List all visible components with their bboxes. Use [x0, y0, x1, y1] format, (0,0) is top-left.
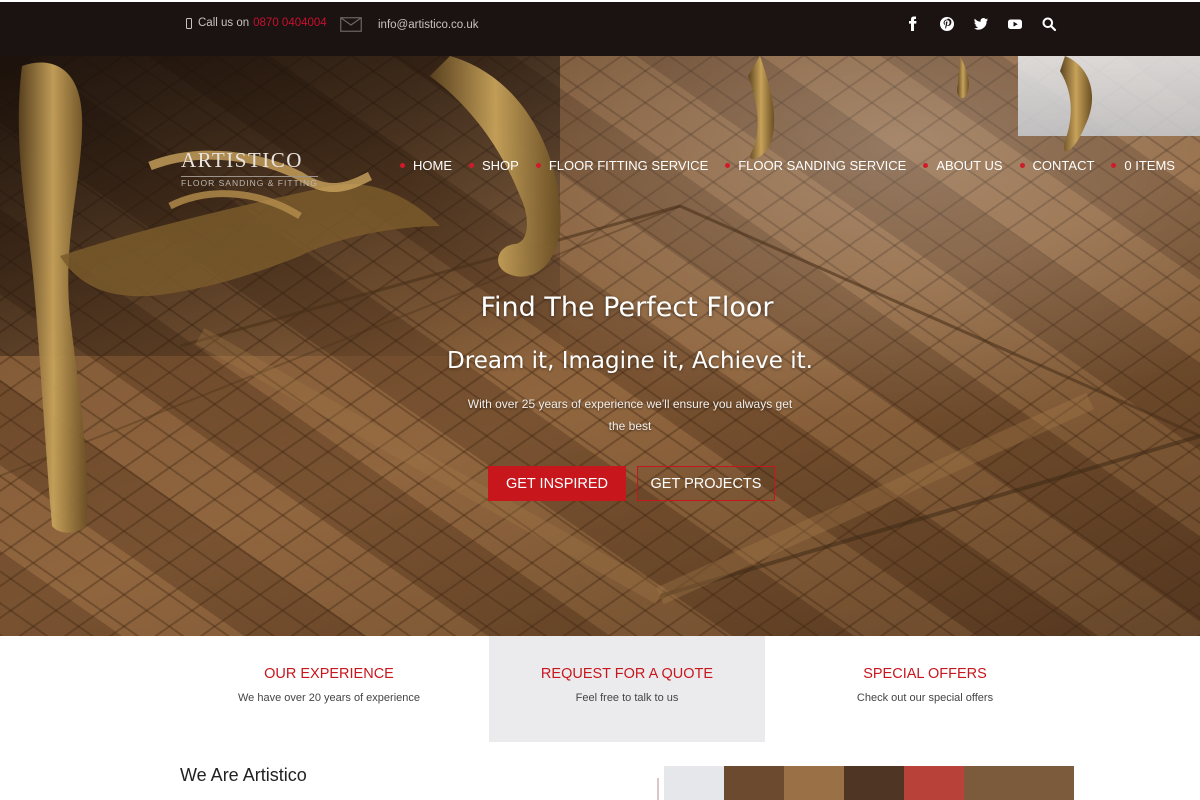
about-divider	[657, 778, 659, 800]
youtube-icon[interactable]	[1007, 16, 1023, 32]
site-logo[interactable]: ARTISTICO FLOOR SANDING & FITTING	[181, 148, 331, 191]
logo-tagline: FLOOR SANDING & FITTING	[181, 176, 318, 188]
nav-bullet	[469, 163, 474, 168]
call-label: Call us on	[198, 17, 250, 29]
features-section: OUR EXPERIENCE We have over 20 years of …	[0, 636, 1200, 742]
facebook-icon[interactable]	[905, 16, 921, 32]
phone-number[interactable]: 0870 0404004	[253, 17, 327, 29]
feature-description: Check out our special offers	[856, 692, 994, 704]
nav-bullet	[535, 163, 541, 168]
feature-title: REQUEST FOR A QUOTE	[540, 666, 714, 682]
get-inspired-button[interactable]: GET INSPIRED	[488, 466, 626, 501]
nav-bullet	[1019, 163, 1025, 168]
feature-our-experience[interactable]: OUR EXPERIENCE We have over 20 years of …	[191, 636, 467, 742]
nav-item-label: ABOUT US	[936, 158, 1003, 173]
hero-furniture-image	[0, 56, 1200, 605]
email-contact[interactable]: info@artistico.co.uk	[340, 17, 479, 32]
cart-count-label: 0 ITEMS	[1124, 158, 1175, 173]
pinterest-icon[interactable]	[939, 16, 955, 32]
nav-item-label: FLOOR FITTING SERVICE	[548, 158, 709, 173]
nav-item-floor-fitting-service[interactable]: FLOOR FITTING SERVICE	[535, 158, 709, 173]
email-address[interactable]: info@artistico.co.uk	[378, 19, 479, 31]
twitter-icon[interactable]	[973, 16, 989, 32]
nav-bullet	[1111, 163, 1117, 168]
about-image	[664, 766, 1074, 800]
nav-bullet	[923, 163, 929, 168]
hero-description: With over 25 years of experience we'll e…	[467, 397, 793, 433]
nav-item-contact[interactable]: CONTACT	[1019, 158, 1095, 173]
nav-item-home[interactable]: HOME	[400, 158, 452, 173]
nav-bullet	[400, 163, 405, 168]
nav-item-label: CONTACT	[1032, 158, 1095, 173]
search-icon[interactable]	[1041, 16, 1057, 32]
hero-title: Find The Perfect Floor	[480, 292, 774, 323]
envelope-icon	[340, 17, 362, 32]
phone-icon	[186, 17, 192, 29]
social-links	[905, 16, 1075, 32]
nav-item-label: FLOOR SANDING SERVICE	[738, 158, 907, 173]
nav-item-shop[interactable]: SHOP	[469, 158, 519, 173]
about-heading: We Are Artistico	[180, 765, 307, 785]
nav-item-label: SHOP	[482, 158, 519, 173]
main-navigation: HOME SHOP FLOOR FITTING SERVICE FLOOR SA…	[400, 158, 1192, 173]
get-projects-button[interactable]: GET PROJECTS	[637, 466, 775, 501]
phone-contact[interactable]: Call us on 0870 0404004	[186, 17, 327, 29]
logo-name: ARTISTICO	[181, 148, 303, 172]
hero-subtitle: Dream it, Imagine it, Achieve it.	[447, 348, 813, 374]
hero-section: ARTISTICO FLOOR SANDING & FITTING HOME S…	[0, 56, 1200, 636]
feature-special-offers[interactable]: SPECIAL OFFERS Check out our special off…	[787, 636, 1063, 742]
top-bar: Call us on 0870 0404004 info@artistico.c…	[0, 0, 1200, 56]
feature-description: We have over 20 years of experience	[237, 692, 420, 704]
nav-item-floor-sanding-service[interactable]: FLOOR SANDING SERVICE	[725, 158, 906, 173]
nav-item-about-us[interactable]: ABOUT US	[923, 158, 1003, 173]
nav-item-cart[interactable]: 0 ITEMS	[1111, 158, 1175, 173]
feature-description: Feel free to talk to us	[575, 692, 679, 704]
feature-request-quote[interactable]: REQUEST FOR A QUOTE Feel free to talk to…	[489, 636, 765, 742]
nav-bullet	[725, 163, 731, 168]
nav-item-label: HOME	[413, 158, 452, 173]
feature-title: OUR EXPERIENCE	[264, 666, 394, 682]
feature-title: SPECIAL OFFERS	[863, 666, 987, 682]
